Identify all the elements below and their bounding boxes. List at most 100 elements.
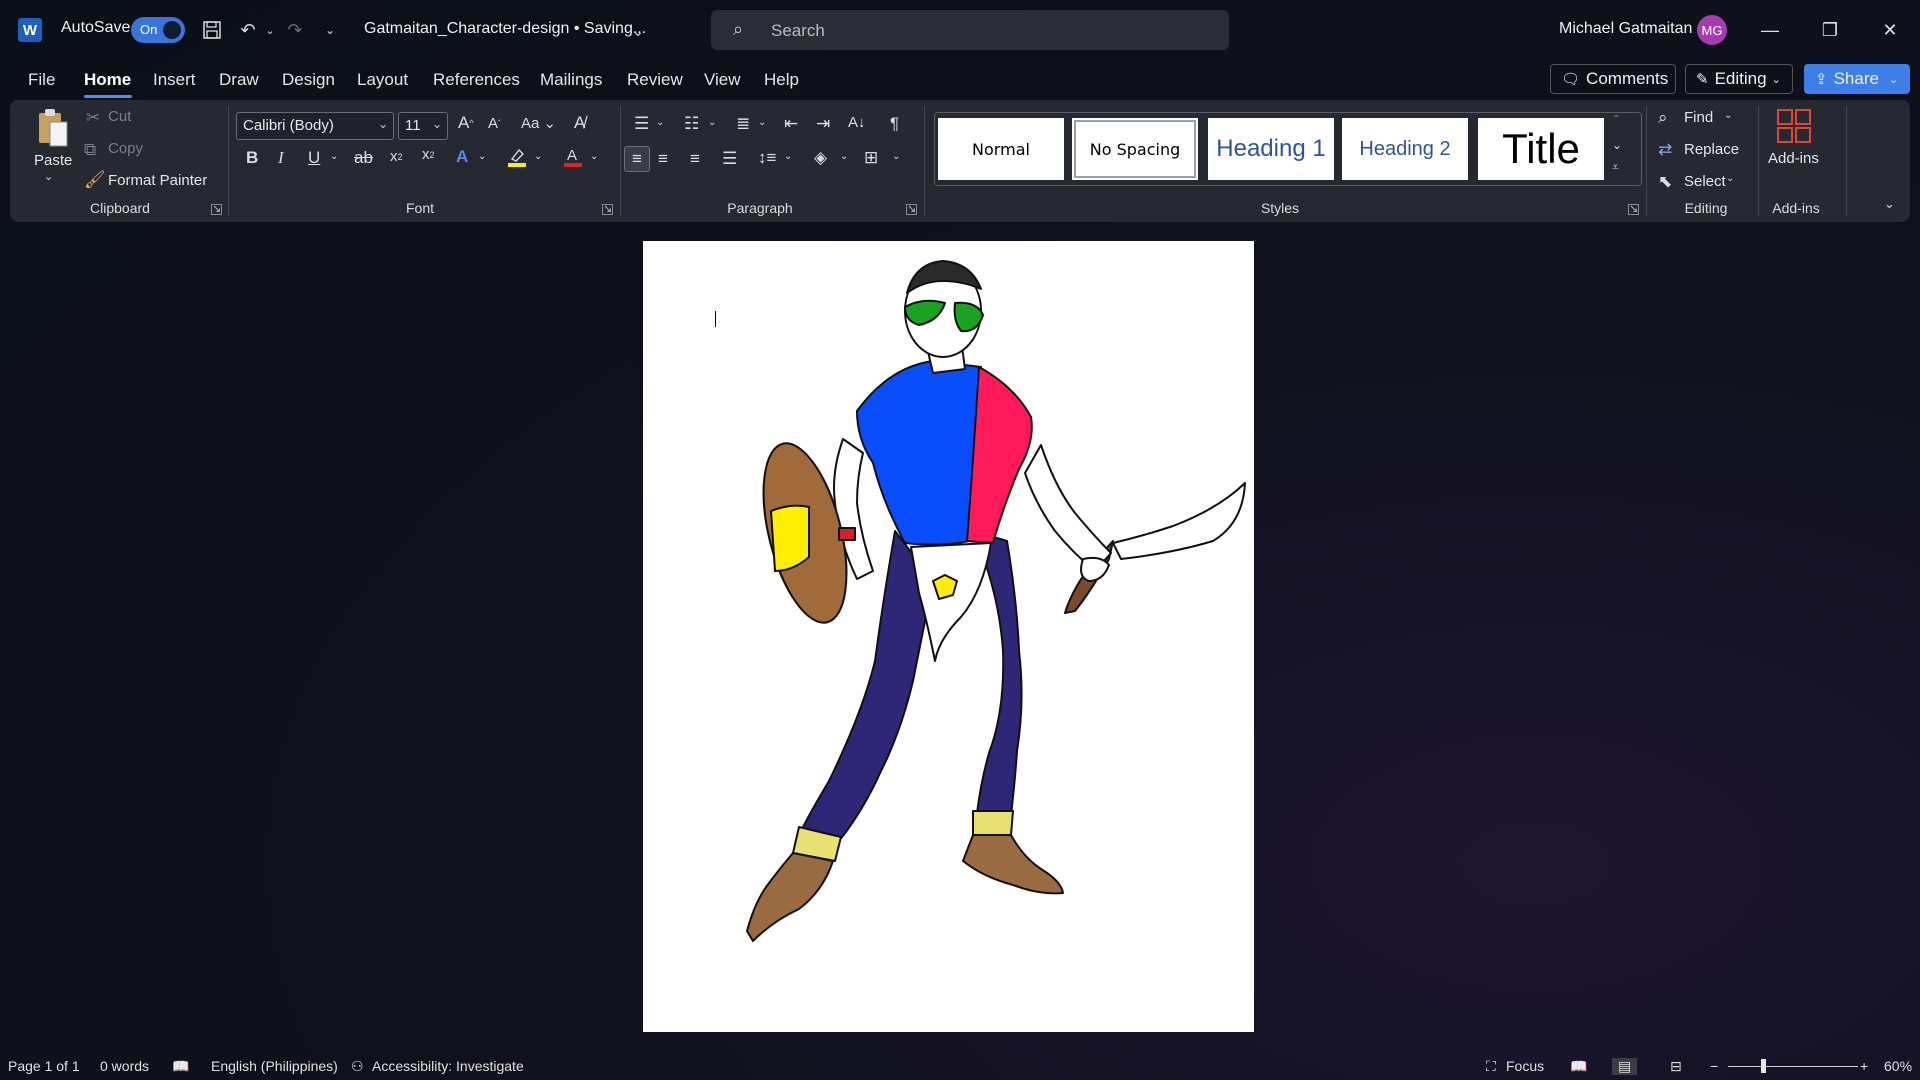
style-heading-2[interactable]: Heading 2 [1342, 118, 1468, 180]
style-heading-1[interactable]: Heading 1 [1208, 118, 1334, 180]
numbering-icon[interactable]: ☷ [684, 114, 699, 134]
style-no-spacing[interactable]: No Spacing [1072, 118, 1198, 180]
search-input[interactable]: ⌕ Search [711, 10, 1229, 50]
chevron-down-icon[interactable]: ⌄ [892, 151, 900, 162]
close-icon[interactable]: ✕ [1870, 14, 1910, 46]
share-button[interactable]: ⇪ Share ⌄ [1804, 64, 1910, 94]
chevron-down-icon[interactable]: ⌄ [656, 117, 664, 128]
select-label[interactable]: Select [1684, 173, 1726, 190]
paste-label[interactable]: Paste [34, 152, 72, 169]
addins-button-label[interactable]: Add-ins [1768, 150, 1819, 167]
font-color-icon[interactable]: A [562, 146, 584, 168]
word-count[interactable]: 0 words [100, 1058, 149, 1074]
justify-icon[interactable]: ☰ [722, 149, 737, 169]
tab-help[interactable]: Help [764, 70, 799, 90]
paragraph-launcher-icon[interactable]: ↘ [906, 204, 917, 215]
print-layout-icon[interactable]: ▤ [1612, 1058, 1638, 1075]
chevron-down-icon[interactable]: ⌄ [784, 151, 792, 162]
find-label[interactable]: Find [1684, 109, 1713, 126]
comments-button[interactable]: 🗨 Comments [1550, 64, 1676, 94]
align-left-icon[interactable]: ≡ [624, 146, 650, 172]
chevron-down-icon[interactable]: ⌄ [590, 151, 598, 162]
font-name-combo[interactable]: Calibri (Body) ⌄ [236, 112, 394, 140]
cut-label[interactable]: Cut [108, 108, 131, 125]
superscript-icon[interactable]: x2 [422, 146, 435, 163]
zoom-level[interactable]: 60% [1884, 1058, 1912, 1074]
borders-icon[interactable]: ⊞ [864, 148, 878, 168]
editing-mode-button[interactable]: ✎ Editing ⌄ [1685, 64, 1793, 94]
chevron-down-icon[interactable]: ⌄ [330, 151, 338, 162]
cut-icon[interactable]: ✂ [86, 108, 100, 128]
accessibility-status[interactable]: Accessibility: Investigate [372, 1058, 524, 1074]
chevron-down-icon[interactable]: ⌄ [534, 151, 542, 162]
multilevel-list-icon[interactable]: ≣ [736, 114, 750, 134]
focus-label[interactable]: Focus [1506, 1058, 1544, 1074]
avatar[interactable]: MG [1697, 15, 1727, 45]
font-launcher-icon[interactable]: ↘ [602, 204, 613, 215]
align-center-icon[interactable]: ≡ [658, 149, 668, 169]
subscript-icon[interactable]: x2 [390, 148, 403, 165]
document-page[interactable] [643, 241, 1254, 1032]
collapse-ribbon-icon[interactable]: ⌄ [1884, 196, 1895, 212]
clipboard-launcher-icon[interactable]: ↘ [211, 204, 222, 215]
style-title[interactable]: Title [1478, 118, 1604, 180]
find-icon[interactable]: ⌕ [1658, 108, 1668, 128]
styles-more-icon[interactable]: ⩡ [1612, 160, 1619, 175]
focus-icon[interactable]: ⛶ [1486, 1058, 1496, 1075]
web-layout-icon[interactable]: ⊟ [1670, 1058, 1682, 1075]
font-size-combo[interactable]: 11 ⌄ [398, 112, 448, 140]
tab-mailings[interactable]: Mailings [540, 70, 602, 90]
addins-icon[interactable] [1776, 108, 1812, 144]
show-formatting-icon[interactable]: ¶ [890, 114, 899, 134]
tab-home[interactable]: Home [84, 70, 131, 90]
paste-options-icon[interactable]: ⌄ [44, 170, 53, 183]
bullets-icon[interactable]: ☰ [634, 114, 649, 134]
align-right-icon[interactable]: ≡ [690, 149, 700, 169]
tab-design[interactable]: Design [282, 70, 335, 90]
zoom-slider-thumb[interactable] [1761, 1059, 1766, 1073]
tab-references[interactable]: References [433, 70, 520, 90]
shading-icon[interactable]: ◈ [814, 148, 827, 168]
underline-icon[interactable]: U [308, 148, 320, 168]
undo-dropdown-icon[interactable]: ⌄ [256, 16, 284, 44]
language-indicator[interactable]: English (Philippines) [211, 1058, 338, 1074]
chevron-down-icon[interactable]: ⌄ [1726, 173, 1734, 184]
document-title[interactable]: Gatmaitan_Character-design • Saving... [364, 20, 646, 38]
tab-draw[interactable]: Draw [219, 70, 259, 90]
style-normal[interactable]: Normal [938, 118, 1064, 180]
change-case-icon[interactable]: Aa ⌄ [521, 114, 556, 132]
title-dropdown-icon[interactable]: ⌄ [624, 17, 652, 45]
character-illustration[interactable] [643, 241, 1254, 1032]
tab-layout[interactable]: Layout [357, 70, 408, 90]
grow-font-icon[interactable]: A ^ [458, 113, 474, 133]
chevron-down-icon[interactable]: ⌄ [1724, 110, 1732, 121]
save-icon[interactable] [198, 16, 226, 44]
replace-label[interactable]: Replace [1684, 141, 1739, 158]
restore-icon[interactable]: ❐ [1810, 14, 1850, 46]
styles-launcher-icon[interactable]: ↘ [1628, 204, 1639, 215]
bold-icon[interactable]: B [246, 148, 258, 168]
chevron-down-icon[interactable]: ⌄ [708, 117, 716, 128]
minimize-icon[interactable]: — [1750, 14, 1790, 46]
copy-icon[interactable]: ⧉ [84, 140, 96, 160]
user-name[interactable]: Michael Gatmaitan [1559, 20, 1692, 38]
clear-formatting-icon[interactable]: A̸ [574, 113, 585, 133]
chevron-down-icon[interactable]: ⌄ [478, 151, 486, 162]
text-effects-icon[interactable]: A [456, 147, 468, 167]
tab-view[interactable]: View [704, 70, 741, 90]
zoom-in-icon[interactable]: + [1860, 1058, 1868, 1074]
chevron-down-icon[interactable]: ⌄ [758, 117, 766, 128]
strikethrough-icon[interactable]: ab [354, 148, 373, 168]
format-painter-icon[interactable]: 🖌 [84, 170, 106, 190]
accessibility-icon[interactable]: ⚇ [351, 1058, 364, 1075]
zoom-slider[interactable] [1728, 1066, 1858, 1067]
highlight-icon[interactable] [506, 146, 528, 168]
styles-scroll-up-icon[interactable]: ⌃ [1612, 114, 1620, 125]
select-icon[interactable]: ⬉ [1658, 172, 1672, 192]
tab-insert[interactable]: Insert [153, 70, 196, 90]
chevron-down-icon[interactable]: ⌄ [840, 151, 848, 162]
customize-toolbar-icon[interactable]: ⌄ [316, 16, 344, 44]
format-painter-label[interactable]: Format Painter [108, 172, 207, 189]
decrease-indent-icon[interactable]: ⇤ [784, 114, 798, 134]
redo-icon[interactable]: ↷ [281, 16, 309, 44]
